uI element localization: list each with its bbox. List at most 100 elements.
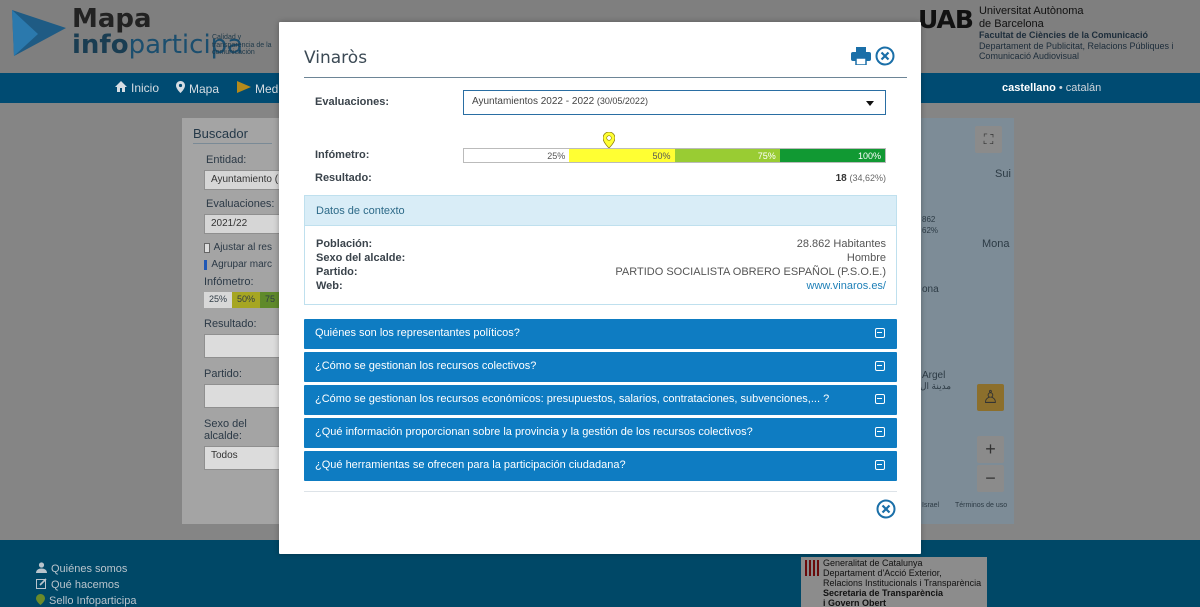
meter-seg-25: 25% bbox=[464, 149, 570, 162]
section-representatives[interactable]: Quiénes son los representantes políticos… bbox=[304, 319, 897, 349]
footer-what[interactable]: Qué hacemos bbox=[36, 578, 119, 592]
uab-line-5: Comunicació Audiovisual bbox=[978, 50, 1079, 61]
filter-seg-50[interactable]: 50% bbox=[232, 292, 261, 308]
catalan-flag-icon bbox=[805, 560, 819, 576]
evaluations-label: Evaluaciones: bbox=[206, 198, 275, 210]
map-label-3: Argel bbox=[922, 370, 946, 381]
logo-tagline: Calidad y transparencia de la comunicaci… bbox=[212, 34, 272, 57]
search-panel: Buscador Entidad: Ayuntamiento ( Evaluac… bbox=[182, 118, 294, 524]
map-label-5: 862 bbox=[922, 215, 936, 224]
group-checkbox-row[interactable]: Agrupar marc bbox=[204, 259, 272, 270]
nav-map-label: Mapa bbox=[189, 81, 220, 96]
result-score: 18 bbox=[835, 173, 847, 184]
map-label-4: مدينة ال bbox=[920, 381, 952, 391]
modal-infometro-label: Infómetro: bbox=[315, 149, 370, 161]
infometro-label: Infómetro: bbox=[204, 276, 254, 288]
footer-seal-label: Sello Infoparticipa bbox=[49, 595, 137, 607]
map-label-0: Sui bbox=[995, 168, 1011, 180]
map-israel: Israel bbox=[922, 502, 940, 509]
home-icon bbox=[115, 81, 127, 95]
map-pin-icon bbox=[176, 81, 185, 96]
logo-triangle-icon bbox=[8, 6, 68, 58]
section-economic-resources[interactable]: ¿Cómo se gestionan los recursos económic… bbox=[304, 385, 897, 415]
meter-seg-50: 50% bbox=[569, 149, 675, 162]
person-icon bbox=[36, 562, 47, 576]
edit-icon bbox=[36, 578, 47, 592]
section-collective-resources[interactable]: ¿Cómo se gestionan los recursos colectiv… bbox=[304, 352, 897, 382]
filter-seg-75[interactable]: 75 bbox=[260, 292, 281, 308]
filter-seg-25[interactable]: 25% bbox=[204, 292, 233, 308]
collapse-icon[interactable] bbox=[875, 427, 885, 437]
modal-evaluations-label: Evaluaciones: bbox=[315, 96, 389, 108]
close-icon[interactable] bbox=[876, 499, 896, 522]
population-value: 28.862 Habitantes bbox=[796, 238, 886, 250]
footer-seal[interactable]: Sello Infoparticipa bbox=[36, 594, 136, 607]
municipality-modal: Vinaròs Evaluaciones: Ayuntamientos 2022… bbox=[279, 22, 921, 554]
evaluations-dropdown[interactable]: Ayuntamientos 2022 - 2022 (30/05/2022) bbox=[463, 90, 886, 115]
gencat-line-5: i Govern Obert bbox=[823, 597, 887, 607]
section-province-info[interactable]: ¿Qué información proporcionan sobre la p… bbox=[304, 418, 897, 448]
street-view-pegman-icon[interactable]: ♙ bbox=[977, 384, 1004, 411]
footer-who[interactable]: Quiénes somos bbox=[36, 562, 127, 576]
adjust-checkbox-row[interactable]: Ajustar al res bbox=[204, 242, 272, 253]
group-label: Agrupar marc bbox=[211, 259, 272, 270]
uab-mark: UAB bbox=[918, 5, 974, 34]
entity-label: Entidad: bbox=[206, 154, 247, 166]
gencat-logo[interactable]: Generalitat de Catalunya Departament d'A… bbox=[801, 557, 987, 607]
search-title: Buscador bbox=[193, 126, 272, 144]
zoom-out-button[interactable]: − bbox=[977, 465, 1004, 492]
context-panel: Datos de contexto Población: 28.862 Habi… bbox=[304, 195, 897, 305]
site-logo[interactable]: Mapa infoparticipa bbox=[8, 6, 243, 58]
meter-seg-100: 100% bbox=[779, 149, 885, 162]
map-view[interactable]: ⛶ Sui Mona ona Argel مدينة ال 862 62% ♙ … bbox=[910, 118, 1014, 524]
web-label: Web: bbox=[316, 280, 343, 292]
population-label: Población: bbox=[316, 238, 373, 250]
lang-catalan[interactable]: catalán bbox=[1066, 82, 1101, 94]
result-label: Resultado: bbox=[204, 318, 257, 330]
section-collective-resources-label: ¿Cómo se gestionan los recursos colectiv… bbox=[315, 360, 537, 372]
map-label-2: ona bbox=[922, 284, 939, 295]
section-participation-tools-label: ¿Qué herramientas se ofrecen para la par… bbox=[315, 459, 626, 471]
web-row: Web: www.vinaros.es/ bbox=[316, 280, 886, 292]
nav-media-label: Medi bbox=[255, 81, 282, 96]
nav-media[interactable]: Medi bbox=[237, 81, 281, 96]
print-icon[interactable] bbox=[851, 47, 871, 68]
infometro-bar: 25% 50% 75% 100% bbox=[463, 148, 886, 163]
mayor-sex-row: Sexo del alcalde: Hombre bbox=[316, 252, 886, 264]
uab-line-4: Departament de Publicitat, Relacions Púb… bbox=[978, 40, 1174, 51]
footer-who-label: Quiénes somos bbox=[51, 563, 128, 575]
map-terms[interactable]: Términos de uso bbox=[955, 502, 1007, 509]
party-row: Partido: PARTIDO SOCIALISTA OBRERO ESPAÑ… bbox=[316, 266, 886, 278]
modal-result-label: Resultado: bbox=[315, 172, 372, 184]
mayor-sex-value: Hombre bbox=[846, 252, 886, 264]
lang-separator: • bbox=[1055, 82, 1066, 94]
result-percentage: (34,62%) bbox=[849, 173, 886, 183]
close-icon[interactable] bbox=[875, 46, 895, 69]
logo-line-2-bold: info bbox=[72, 30, 129, 60]
group-checkbox[interactable] bbox=[204, 259, 208, 270]
adjust-label: Ajustar al res bbox=[213, 242, 272, 253]
zoom-in-button[interactable]: + bbox=[977, 436, 1004, 463]
party-label: Partido: bbox=[204, 368, 242, 380]
uab-line-1: Universitat Autònoma bbox=[978, 5, 1084, 17]
map-label-1: Mona bbox=[982, 238, 1010, 250]
collapse-icon[interactable] bbox=[875, 361, 885, 371]
modal-header: Vinaròs bbox=[304, 46, 907, 78]
section-representatives-label: Quiénes son los representantes políticos… bbox=[315, 327, 520, 339]
nav-map[interactable]: Mapa bbox=[176, 81, 219, 96]
uab-logo[interactable]: UAB Universitat Autònoma de Barcelona Fa… bbox=[918, 5, 1174, 61]
adjust-checkbox[interactable] bbox=[204, 242, 210, 253]
logo-line-1: Mapa bbox=[72, 4, 152, 34]
uab-line-3: Facultat de Ciències de la Comunicació bbox=[978, 30, 1148, 41]
nav-home[interactable]: Inicio bbox=[115, 81, 159, 95]
uab-line-2: de Barcelona bbox=[978, 17, 1044, 30]
lang-castellano[interactable]: castellano bbox=[1002, 82, 1056, 94]
party-value: PARTIDO SOCIALISTA OBRERO ESPAÑOL (P.S.O… bbox=[615, 266, 886, 278]
section-participation-tools[interactable]: ¿Qué herramientas se ofrecen para la par… bbox=[304, 451, 897, 481]
collapse-icon[interactable] bbox=[875, 460, 885, 470]
web-link[interactable]: www.vinaros.es/ bbox=[807, 280, 886, 292]
collapse-icon[interactable] bbox=[875, 394, 885, 404]
fullscreen-icon[interactable]: ⛶ bbox=[975, 126, 1002, 153]
collapse-icon[interactable] bbox=[875, 328, 885, 338]
context-title: Datos de contexto bbox=[305, 196, 896, 226]
